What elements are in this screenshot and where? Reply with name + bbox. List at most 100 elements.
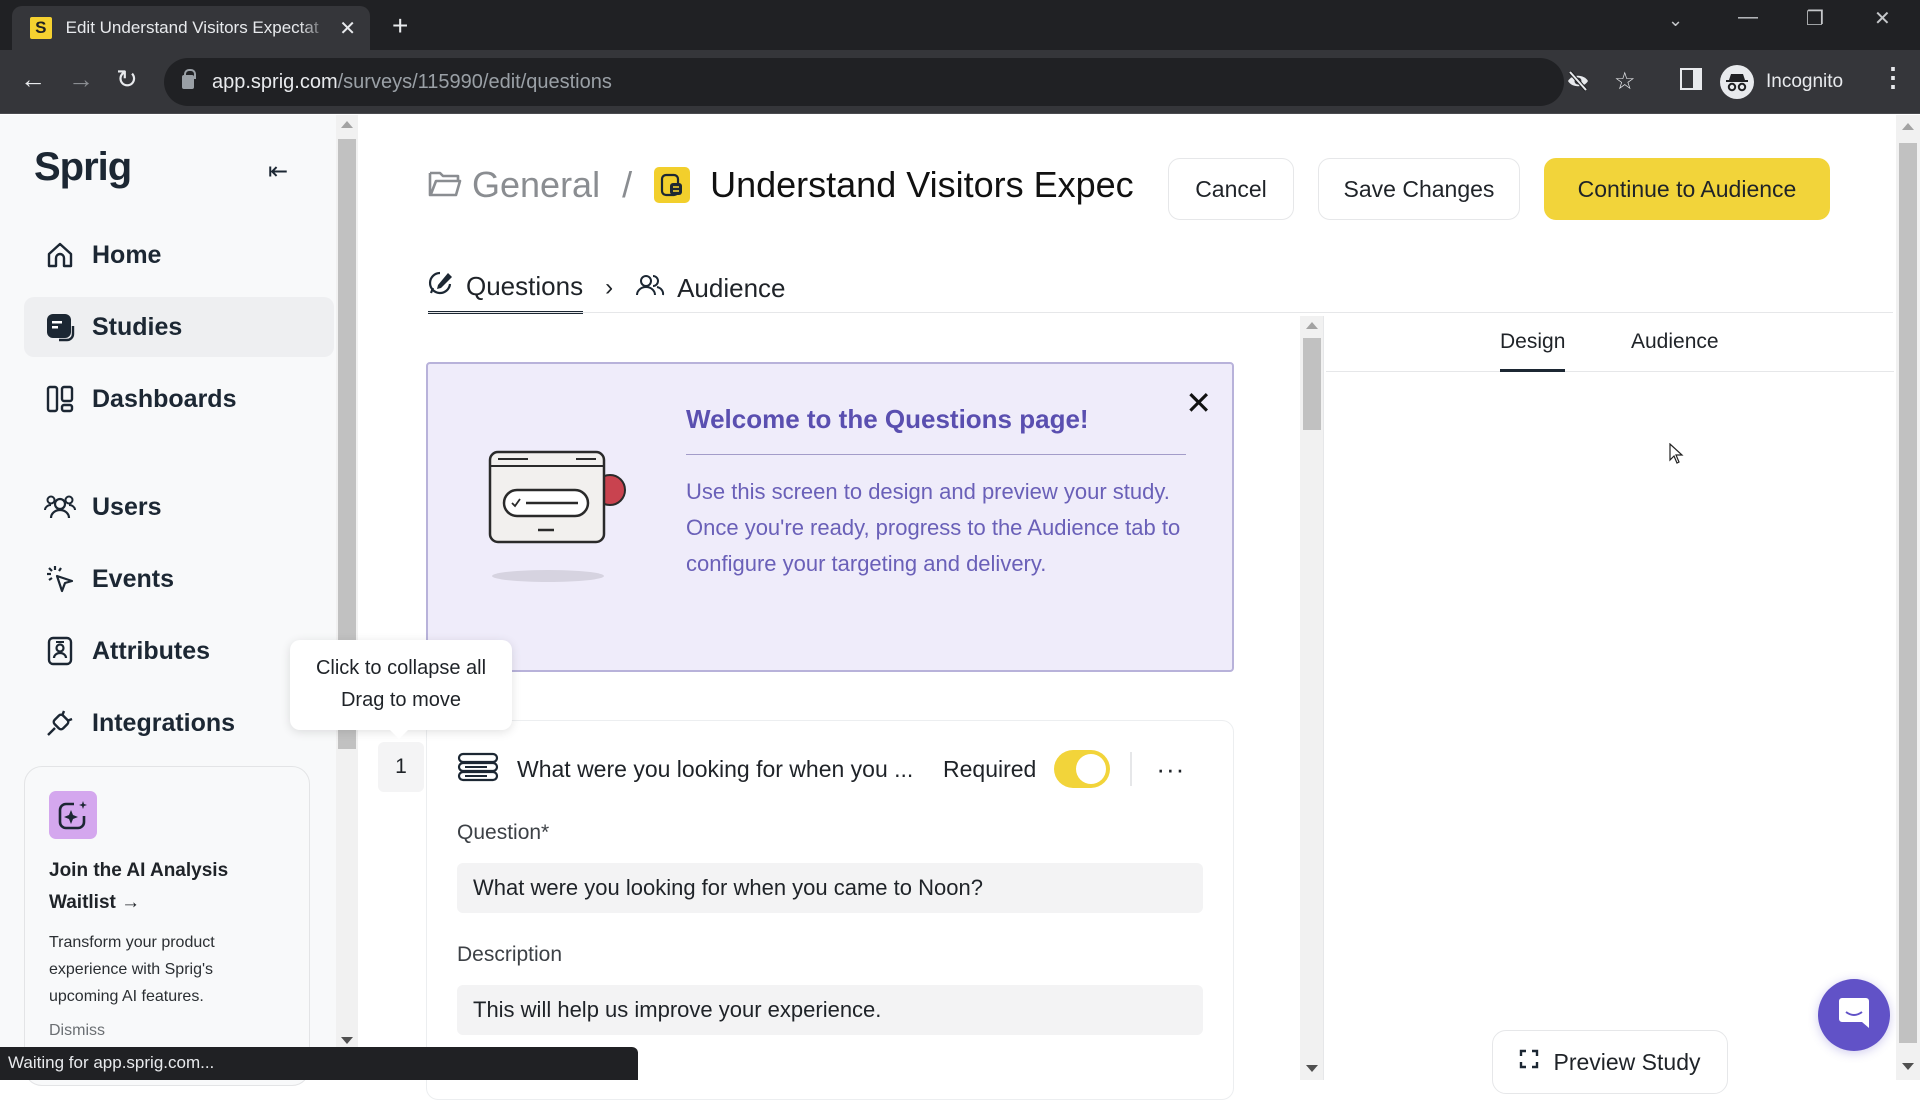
reload-icon[interactable]: ↻ bbox=[116, 64, 138, 95]
save-changes-button[interactable]: Save Changes bbox=[1318, 158, 1520, 220]
banner-divider bbox=[686, 454, 1186, 455]
required-toggle[interactable] bbox=[1054, 750, 1111, 788]
browser-tab[interactable]: S Edit Understand Visitors Expectat ✕ bbox=[12, 6, 370, 50]
question-number-handle[interactable]: 1 bbox=[378, 742, 424, 792]
step-chevron-icon: › bbox=[605, 274, 614, 301]
welcome-banner: ✕ Welcome to the Questions page! Use thi… bbox=[426, 362, 1234, 672]
step-questions[interactable]: Questions bbox=[428, 262, 584, 314]
preview-tabs: Design Audience bbox=[1326, 316, 1894, 372]
study-steps: Questions › Audience bbox=[428, 262, 786, 314]
lock-icon bbox=[182, 69, 196, 89]
tab-design[interactable]: Design bbox=[1500, 330, 1566, 372]
incognito-profile[interactable]: Incognito bbox=[1720, 60, 1850, 104]
minimize-icon[interactable]: — bbox=[1738, 6, 1758, 29]
preview-study-button[interactable]: Preview Study bbox=[1492, 1030, 1728, 1094]
sidebar-item-events[interactable]: Events bbox=[24, 549, 334, 609]
sidebar-item-dashboards[interactable]: Dashboards bbox=[24, 369, 334, 429]
page-scroll-thumb[interactable] bbox=[1899, 143, 1917, 1043]
users-icon bbox=[44, 491, 76, 523]
audience-icon bbox=[635, 273, 665, 304]
ai-waitlist-link[interactable]: Join the AI Analysis Waitlist → bbox=[49, 855, 285, 919]
step-questions-label: Questions bbox=[466, 271, 584, 301]
bookmark-star-icon[interactable]: ☆ bbox=[1614, 67, 1636, 96]
integrations-icon bbox=[44, 707, 76, 739]
sidebar-scrollbar[interactable] bbox=[336, 115, 358, 1050]
description-input[interactable] bbox=[457, 985, 1203, 1035]
sidebar-item-users[interactable]: Users bbox=[24, 477, 334, 537]
edit-questions-icon bbox=[428, 270, 454, 303]
banner-title: Welcome to the Questions page! bbox=[686, 404, 1089, 434]
toggle-knob bbox=[1076, 754, 1107, 784]
chat-icon bbox=[1838, 996, 1870, 1035]
scroll-down-arrow-icon[interactable] bbox=[341, 1037, 353, 1044]
question-input[interactable] bbox=[457, 863, 1203, 913]
scroll-down-arrow-icon[interactable] bbox=[1306, 1065, 1318, 1072]
sprig-logo[interactable]: Sprig bbox=[34, 145, 132, 190]
attributes-icon bbox=[44, 635, 76, 667]
close-window-icon[interactable]: ✕ bbox=[1874, 6, 1891, 31]
sidebar-item-studies[interactable]: Studies bbox=[24, 297, 334, 357]
page-scrollbar[interactable] bbox=[1896, 115, 1920, 1080]
forward-icon[interactable]: → bbox=[68, 64, 94, 95]
header-divider bbox=[428, 312, 1893, 313]
preview-study-label: Preview Study bbox=[1553, 1048, 1701, 1075]
more-options-icon[interactable]: ··· bbox=[1156, 754, 1185, 785]
study-type-icon bbox=[654, 167, 691, 203]
tab-audience[interactable]: Audience bbox=[1631, 330, 1719, 372]
restore-icon[interactable]: ❐ bbox=[1806, 6, 1824, 31]
browser-menu-icon[interactable]: ⋮ bbox=[1880, 62, 1906, 93]
scroll-up-arrow-icon[interactable] bbox=[1306, 322, 1318, 329]
back-icon[interactable]: ← bbox=[20, 64, 46, 95]
fullscreen-icon bbox=[1519, 1049, 1539, 1075]
scroll-up-arrow-icon[interactable] bbox=[341, 121, 353, 128]
browser-status-bar: Waiting for app.sprig.com... bbox=[0, 1047, 638, 1080]
dismiss-button[interactable]: Dismiss bbox=[49, 1022, 285, 1040]
open-text-question-icon bbox=[457, 752, 499, 787]
browser-toolbar: ← → ↻ app.sprig.com/surveys/115990/edit/… bbox=[0, 50, 1920, 114]
url-path: /surveys/115990/edit/questions bbox=[337, 70, 612, 93]
step-audience-label: Audience bbox=[677, 272, 786, 303]
incognito-label: Incognito bbox=[1766, 71, 1844, 92]
close-banner-icon[interactable]: ✕ bbox=[1185, 384, 1212, 422]
question-card: What were you looking for when you ... R… bbox=[426, 720, 1234, 1100]
dashboards-icon bbox=[44, 383, 76, 415]
tab-title: Edit Understand Visitors Expectat bbox=[65, 18, 319, 37]
description-field-label: Description bbox=[457, 943, 563, 966]
step-audience[interactable]: Audience bbox=[635, 262, 786, 314]
ai-sparkle-icon bbox=[49, 791, 97, 839]
banner-text: Use this screen to design and preview yo… bbox=[686, 479, 1181, 576]
question-header[interactable]: What were you looking for when you ... R… bbox=[457, 749, 1217, 789]
tooltip-line-collapse: Click to collapse all bbox=[315, 657, 487, 679]
sidebar-item-home[interactable]: Home bbox=[24, 225, 334, 285]
tab-search-chevron-icon[interactable]: ⌄ bbox=[1668, 10, 1683, 31]
tracking-eye-off-icon[interactable] bbox=[1566, 70, 1590, 98]
ai-waitlist-description: Transform your product experience with S… bbox=[49, 934, 215, 1005]
breadcrumb-folder[interactable]: General bbox=[472, 164, 600, 206]
url-host: app.sprig.com bbox=[212, 70, 338, 93]
close-tab-icon[interactable]: ✕ bbox=[339, 16, 356, 41]
continue-to-audience-button[interactable]: Continue to Audience bbox=[1544, 158, 1830, 220]
mouse-cursor-icon bbox=[1669, 442, 1685, 470]
sidebar-item-attributes[interactable]: Attributes bbox=[24, 621, 334, 681]
scroll-up-arrow-icon[interactable] bbox=[1902, 123, 1914, 130]
address-bar[interactable]: app.sprig.com/surveys/115990/edit/questi… bbox=[164, 58, 1636, 106]
sidebar-item-integrations[interactable]: Integrations bbox=[24, 693, 334, 753]
study-title[interactable]: Understand Visitors Expec bbox=[710, 164, 1140, 206]
questions-scrollbar[interactable] bbox=[1300, 316, 1324, 1080]
header-divider-vertical bbox=[1130, 752, 1133, 786]
tooltip-line-drag: Drag to move bbox=[340, 689, 462, 711]
folder-icon bbox=[428, 164, 462, 206]
question-field-label: Question* bbox=[457, 821, 550, 844]
collapse-drag-tooltip: Click to collapse all Drag to move bbox=[290, 640, 512, 739]
incognito-icon bbox=[1720, 65, 1754, 99]
new-tab-icon[interactable]: + bbox=[392, 10, 408, 42]
cancel-button[interactable]: Cancel bbox=[1168, 158, 1294, 220]
scroll-down-arrow-icon[interactable] bbox=[1902, 1063, 1914, 1070]
required-label: Required bbox=[943, 755, 1037, 782]
support-chat-button[interactable] bbox=[1818, 979, 1890, 1051]
studies-icon bbox=[44, 311, 76, 343]
ai-waitlist-card: Join the AI Analysis Waitlist → Transfor… bbox=[24, 766, 310, 1086]
side-panel-icon[interactable] bbox=[1680, 68, 1702, 96]
questions-scroll-thumb[interactable] bbox=[1303, 338, 1321, 430]
collapse-sidebar-icon[interactable]: ⇤ bbox=[268, 157, 288, 186]
